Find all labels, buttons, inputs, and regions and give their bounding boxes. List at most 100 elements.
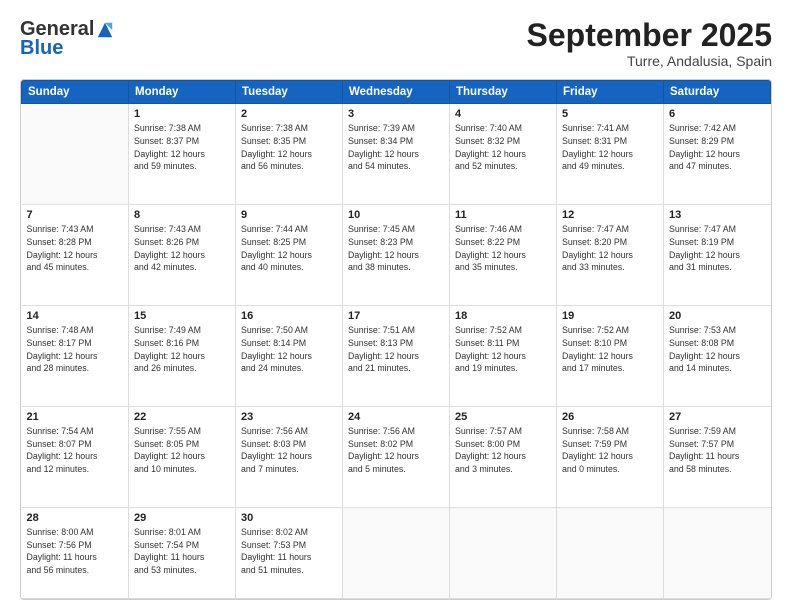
day-info: Sunrise: 7:58 AMSunset: 7:59 PMDaylight:… — [562, 425, 658, 476]
table-row: 5 Sunrise: 7:41 AMSunset: 8:31 PMDaylight… — [557, 104, 664, 205]
header-thursday: Thursday — [450, 81, 557, 104]
table-row: 2Sunrise: 7:38 AMSunset: 8:35 PMDaylight… — [236, 104, 343, 205]
day-info: Sunrise: 7:44 AMSunset: 8:25 PMDaylight:… — [241, 223, 337, 274]
day-number: 9 — [241, 209, 337, 221]
day-number: 7 — [27, 209, 124, 221]
header-sunday: Sunday — [22, 81, 129, 104]
day-info: Sunrise: 7:46 AMSunset: 8:22 PMDaylight:… — [455, 223, 551, 274]
table-row: 24 Sunrise: 7:56 AMSunset: 8:02 PMDayligh… — [343, 406, 450, 507]
day-info: Sunrise: 7:41 AMSunset: 8:31 PMDaylight:… — [562, 122, 658, 173]
table-row: 27 Sunrise: 7:59 AMSunset: 7:57 PMDayligh… — [664, 406, 771, 507]
day-number: 21 — [27, 411, 124, 423]
day-info: Sunrise: 7:54 AMSunset: 8:07 PMDaylight:… — [27, 425, 124, 476]
day-number: 5 — [562, 108, 658, 120]
calendar: Sunday Monday Tuesday Wednesday Thursday… — [20, 79, 772, 600]
calendar-week-row: 14 Sunrise: 7:48 AMSunset: 8:17 PMDayligh… — [22, 306, 771, 407]
days-header-row: Sunday Monday Tuesday Wednesday Thursday… — [22, 81, 771, 104]
table-row — [664, 507, 771, 598]
table-row — [557, 507, 664, 598]
table-row: 6 Sunrise: 7:42 AMSunset: 8:29 PMDaylight… — [664, 104, 771, 205]
day-number: 10 — [348, 209, 444, 221]
day-number: 26 — [562, 411, 658, 423]
day-number: 1 — [134, 108, 230, 120]
day-number: 24 — [348, 411, 444, 423]
day-info: Sunrise: 8:02 AMSunset: 7:53 PMDaylight:… — [241, 526, 337, 577]
day-info: Sunrise: 7:47 AMSunset: 8:20 PMDaylight:… — [562, 223, 658, 274]
header-tuesday: Tuesday — [236, 81, 343, 104]
day-info: Sunrise: 7:38 AMSunset: 8:37 PMDaylight:… — [134, 122, 230, 173]
table-row: 3Sunrise: 7:39 AMSunset: 8:34 PMDaylight… — [343, 104, 450, 205]
day-number: 28 — [27, 512, 124, 524]
day-number: 12 — [562, 209, 658, 221]
header-friday: Friday — [557, 81, 664, 104]
table-row: 28 Sunrise: 8:00 AMSunset: 7:56 PMDayligh… — [22, 507, 129, 598]
day-number: 14 — [27, 310, 124, 322]
day-info: Sunrise: 7:47 AMSunset: 8:19 PMDaylight:… — [669, 223, 766, 274]
day-number: 6 — [669, 108, 766, 120]
table-row: 15Sunrise: 7:49 AMSunset: 8:16 PMDayligh… — [129, 306, 236, 407]
day-info: Sunrise: 7:55 AMSunset: 8:05 PMDaylight:… — [134, 425, 230, 476]
logo-blue-text: Blue — [20, 37, 63, 60]
table-row: 21 Sunrise: 7:54 AMSunset: 8:07 PMDayligh… — [22, 406, 129, 507]
table-row: 17Sunrise: 7:51 AMSunset: 8:13 PMDayligh… — [343, 306, 450, 407]
table-row — [450, 507, 557, 598]
day-number: 25 — [455, 411, 551, 423]
day-info: Sunrise: 7:43 AMSunset: 8:26 PMDaylight:… — [134, 223, 230, 274]
day-info: Sunrise: 7:57 AMSunset: 8:00 PMDaylight:… — [455, 425, 551, 476]
day-number: 13 — [669, 209, 766, 221]
day-number: 16 — [241, 310, 337, 322]
day-info: Sunrise: 7:50 AMSunset: 8:14 PMDaylight:… — [241, 324, 337, 375]
calendar-week-row: 1 Sunrise: 7:38 AMSunset: 8:37 PMDaylight… — [22, 104, 771, 205]
day-info: Sunrise: 7:49 AMSunset: 8:16 PMDaylight:… — [134, 324, 230, 375]
table-row — [343, 507, 450, 598]
day-info: Sunrise: 7:38 AMSunset: 8:35 PMDaylight:… — [241, 122, 337, 173]
table-row: 26 Sunrise: 7:58 AMSunset: 7:59 PMDayligh… — [557, 406, 664, 507]
calendar-week-row: 28 Sunrise: 8:00 AMSunset: 7:56 PMDayligh… — [22, 507, 771, 598]
day-number: 18 — [455, 310, 551, 322]
subtitle: Turre, Andalusia, Spain — [527, 53, 772, 69]
day-info: Sunrise: 7:56 AMSunset: 8:02 PMDaylight:… — [348, 425, 444, 476]
day-info: Sunrise: 7:39 AMSunset: 8:34 PMDaylight:… — [348, 122, 444, 173]
day-info: Sunrise: 7:52 AMSunset: 8:10 PMDaylight:… — [562, 324, 658, 375]
day-info: Sunrise: 8:01 AMSunset: 7:54 PMDaylight:… — [134, 526, 230, 577]
header-monday: Monday — [129, 81, 236, 104]
day-number: 29 — [134, 512, 230, 524]
table-row: 1 Sunrise: 7:38 AMSunset: 8:37 PMDaylight… — [129, 104, 236, 205]
day-info: Sunrise: 7:42 AMSunset: 8:29 PMDaylight:… — [669, 122, 766, 173]
table-row: 19Sunrise: 7:52 AMSunset: 8:10 PMDayligh… — [557, 306, 664, 407]
day-number: 8 — [134, 209, 230, 221]
table-row: 11 Sunrise: 7:46 AMSunset: 8:22 PMDayligh… — [450, 205, 557, 306]
logo: General Blue — [20, 18, 114, 60]
table-row — [22, 104, 129, 205]
header-wednesday: Wednesday — [343, 81, 450, 104]
page: General Blue September 2025 Turre, Andal… — [0, 0, 792, 612]
day-info: Sunrise: 7:56 AMSunset: 8:03 PMDaylight:… — [241, 425, 337, 476]
table-row: 29 Sunrise: 8:01 AMSunset: 7:54 PMDayligh… — [129, 507, 236, 598]
table-row: 14 Sunrise: 7:48 AMSunset: 8:17 PMDayligh… — [22, 306, 129, 407]
table-row: 8 Sunrise: 7:43 AMSunset: 8:26 PMDaylight… — [129, 205, 236, 306]
table-row: 22 Sunrise: 7:55 AMSunset: 8:05 PMDayligh… — [129, 406, 236, 507]
table-row: 20Sunrise: 7:53 AMSunset: 8:08 PMDayligh… — [664, 306, 771, 407]
day-number: 20 — [669, 310, 766, 322]
day-info: Sunrise: 7:48 AMSunset: 8:17 PMDaylight:… — [27, 324, 124, 375]
day-info: Sunrise: 8:00 AMSunset: 7:56 PMDaylight:… — [27, 526, 124, 577]
day-info: Sunrise: 7:40 AMSunset: 8:32 PMDaylight:… — [455, 122, 551, 173]
table-row: 12 Sunrise: 7:47 AMSunset: 8:20 PMDayligh… — [557, 205, 664, 306]
day-number: 30 — [241, 512, 337, 524]
day-info: Sunrise: 7:43 AMSunset: 8:28 PMDaylight:… — [27, 223, 124, 274]
table-row: 9 Sunrise: 7:44 AMSunset: 8:25 PMDaylight… — [236, 205, 343, 306]
day-number: 22 — [134, 411, 230, 423]
day-number: 4 — [455, 108, 551, 120]
day-info: Sunrise: 7:59 AMSunset: 7:57 PMDaylight:… — [669, 425, 766, 476]
title-area: September 2025 Turre, Andalusia, Spain — [527, 18, 772, 69]
table-row: 4 Sunrise: 7:40 AMSunset: 8:32 PMDaylight… — [450, 104, 557, 205]
table-row: 25 Sunrise: 7:57 AMSunset: 8:00 PMDayligh… — [450, 406, 557, 507]
table-row: 7 Sunrise: 7:43 AMSunset: 8:28 PMDaylight… — [22, 205, 129, 306]
calendar-week-row: 21 Sunrise: 7:54 AMSunset: 8:07 PMDayligh… — [22, 406, 771, 507]
day-number: 11 — [455, 209, 551, 221]
day-number: 27 — [669, 411, 766, 423]
calendar-week-row: 7 Sunrise: 7:43 AMSunset: 8:28 PMDaylight… — [22, 205, 771, 306]
month-title: September 2025 — [527, 18, 772, 53]
day-info: Sunrise: 7:52 AMSunset: 8:11 PMDaylight:… — [455, 324, 551, 375]
table-row: 18 Sunrise: 7:52 AMSunset: 8:11 PMDayligh… — [450, 306, 557, 407]
